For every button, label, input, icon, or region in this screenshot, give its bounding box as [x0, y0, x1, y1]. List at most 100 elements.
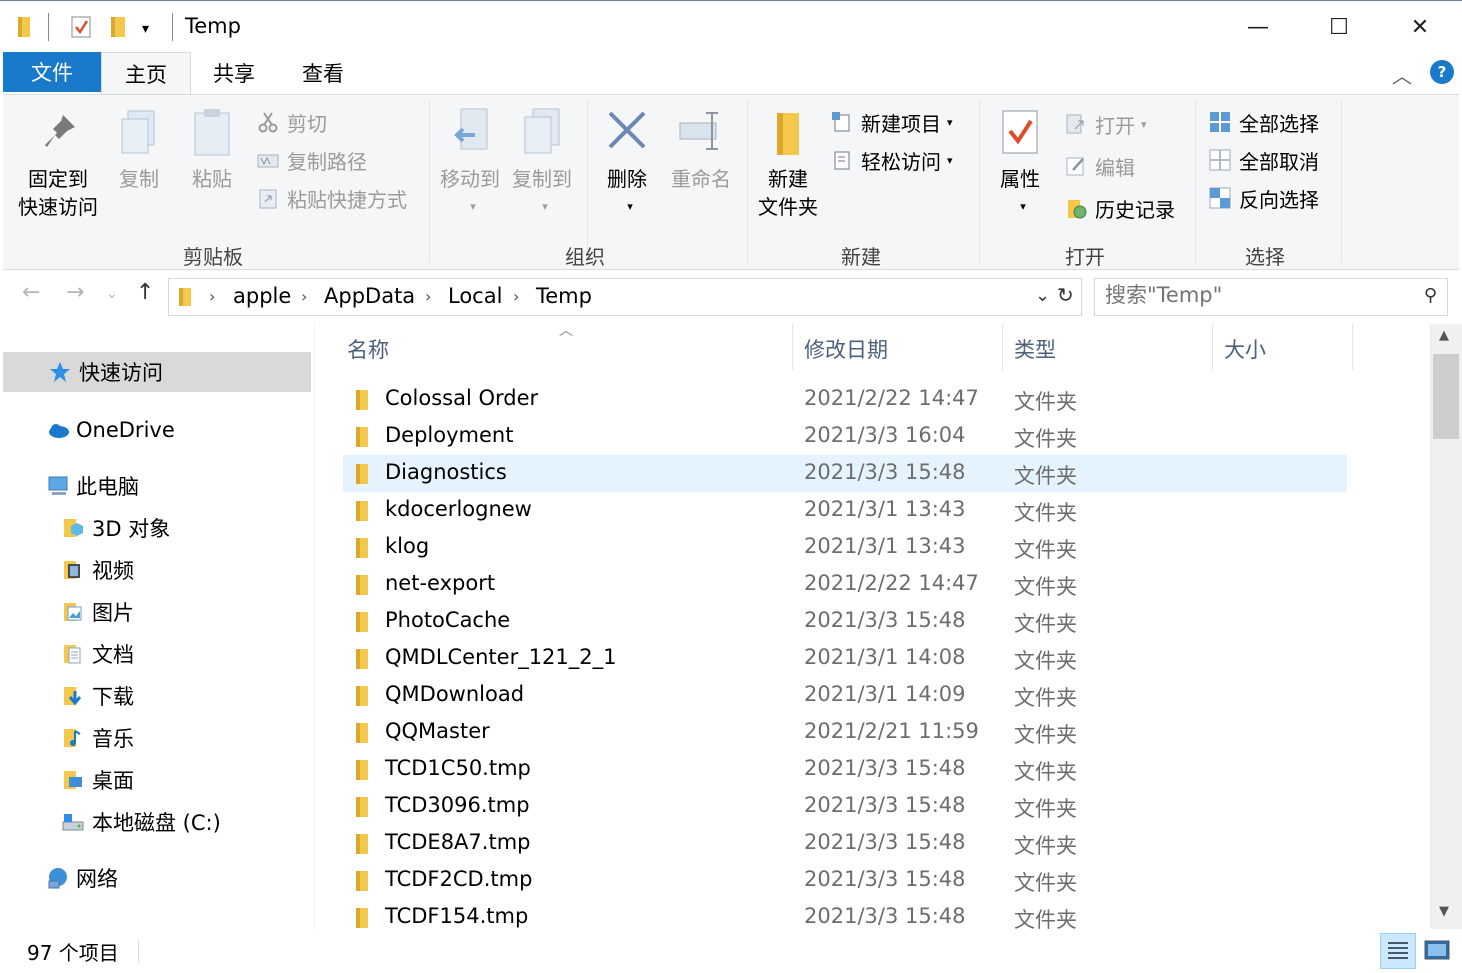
table-row[interactable]: TCDE8A7.tmp 2021/3/3 15:48 文件夹: [343, 825, 1347, 862]
file-type: 文件夹: [1014, 649, 1077, 673]
delete-button[interactable]: 删除 ▾: [599, 105, 655, 221]
copy-to-button[interactable]: 复制到 ▾: [509, 105, 575, 221]
folder-icon: [353, 648, 371, 670]
breadcrumb-appdata[interactable]: AppData: [324, 284, 415, 308]
breadcrumb-temp[interactable]: Temp: [536, 284, 592, 308]
ribbon-tabs: 文件 主页 共享 查看 ︿ ?: [0, 52, 1462, 95]
nav-item-desktop[interactable]: 桌面: [62, 760, 134, 800]
search-box[interactable]: ⚲: [1094, 278, 1448, 316]
search-input[interactable]: [1105, 283, 1405, 307]
column-header-name[interactable]: 名称: [347, 334, 389, 364]
paste-button[interactable]: 粘贴: [179, 105, 245, 193]
maximize-button[interactable]: ☐: [1299, 1, 1379, 53]
nav-item-downloads[interactable]: 下载: [62, 676, 134, 716]
easy-access-button[interactable]: 轻松访问 ▾: [831, 145, 953, 175]
properties-button[interactable]: 属性 ▾: [989, 105, 1051, 221]
nav-item-3d-objects[interactable]: 3D 对象: [62, 508, 170, 548]
nav-item-onedrive[interactable]: OneDrive: [46, 410, 175, 450]
table-row[interactable]: TCDF154.tmp 2021/3/3 15:48 文件夹: [343, 899, 1347, 929]
scrollbar-thumb[interactable]: [1433, 354, 1459, 439]
nav-item-local-disk[interactable]: 本地磁盘 (C:): [62, 802, 221, 842]
invert-selection-button[interactable]: 反向选择: [1209, 183, 1319, 213]
open-button[interactable]: 打开 ▾: [1065, 109, 1147, 139]
close-button[interactable]: ✕: [1380, 1, 1460, 53]
rename-button[interactable]: 重命名: [665, 105, 737, 193]
status-bar: 97 个项目: [0, 929, 1462, 973]
file-type: 文件夹: [1014, 538, 1077, 562]
file-date: 2021/3/3 15:48: [804, 608, 966, 632]
nav-label-onedrive: OneDrive: [76, 418, 175, 442]
file-list: ︿ 名称 修改日期 类型 大小 Colossal Order 2021/2/22 …: [316, 324, 1430, 929]
properties-icon[interactable]: [70, 15, 92, 39]
copy-button[interactable]: 复制: [109, 105, 169, 193]
table-row[interactable]: Deployment 2021/3/3 16:04 文件夹: [343, 418, 1347, 455]
collapse-ribbon-icon[interactable]: ︿: [1392, 60, 1412, 89]
table-row[interactable]: Colossal Order 2021/2/22 14:47 文件夹: [343, 381, 1347, 418]
nav-item-network[interactable]: 网络: [46, 858, 118, 898]
large-icons-view-button[interactable]: [1420, 933, 1456, 969]
address-dropdown-icon[interactable]: ⌄: [1035, 285, 1050, 306]
scroll-up-icon[interactable]: ▲: [1439, 328, 1449, 343]
select-none-button[interactable]: 全部取消: [1209, 145, 1319, 175]
tab-view[interactable]: 查看: [278, 52, 368, 94]
new-folder-button[interactable]: 新建 文件夹: [753, 105, 823, 221]
move-to-button[interactable]: 移动到 ▾: [437, 105, 503, 221]
recent-locations-chevron-icon[interactable]: ⌄: [106, 286, 118, 302]
refresh-icon[interactable]: ↻: [1057, 283, 1074, 307]
copy-path-button[interactable]: 复制路径: [257, 145, 367, 175]
pin-quick-access-button[interactable]: 固定到 快速访问: [13, 105, 103, 221]
history-button[interactable]: 历史记录: [1065, 193, 1175, 223]
table-row[interactable]: QQMaster 2021/2/21 11:59 文件夹: [343, 714, 1347, 751]
back-arrow-icon[interactable]: ←: [22, 280, 40, 305]
tab-home[interactable]: 主页: [101, 52, 191, 95]
nav-item-pictures[interactable]: 图片: [62, 592, 134, 632]
details-view-button[interactable]: [1380, 933, 1416, 969]
file-name: Deployment: [385, 423, 514, 447]
nav-item-this-pc[interactable]: 此电脑: [46, 466, 139, 506]
file-name: Diagnostics: [385, 460, 507, 484]
table-row[interactable]: Diagnostics 2021/3/3 15:48 文件夹: [343, 455, 1347, 492]
tab-share[interactable]: 共享: [190, 52, 278, 94]
column-header-size[interactable]: 大小: [1224, 334, 1266, 364]
new-item-button[interactable]: 新建项目 ▾: [831, 107, 953, 137]
column-header-modified[interactable]: 修改日期: [804, 334, 888, 364]
address-bar[interactable]: › apple › AppData › Local › Temp ⌄ ↻: [168, 278, 1082, 316]
help-icon[interactable]: ?: [1430, 60, 1454, 84]
copy-to-icon: [519, 105, 565, 159]
nav-item-music[interactable]: 音乐: [62, 718, 134, 758]
breadcrumb-local[interactable]: Local: [448, 284, 502, 308]
paste-shortcut-button[interactable]: 粘贴快捷方式: [257, 183, 407, 213]
breadcrumb-chevron-icon[interactable]: ›: [513, 287, 519, 306]
breadcrumb-chevron-icon[interactable]: ›: [425, 287, 431, 306]
table-row[interactable]: QMDownload 2021/3/1 14:09 文件夹: [343, 677, 1347, 714]
file-name: TCDF2CD.tmp: [385, 867, 533, 891]
breadcrumb-chevron-icon[interactable]: ›: [209, 287, 215, 306]
nav-item-documents[interactable]: 文档: [62, 634, 134, 674]
forward-arrow-icon[interactable]: →: [66, 280, 84, 305]
table-row[interactable]: TCDF2CD.tmp 2021/3/3 15:48 文件夹: [343, 862, 1347, 899]
table-row[interactable]: TCD1C50.tmp 2021/3/3 15:48 文件夹: [343, 751, 1347, 788]
folder-icon: [353, 426, 371, 448]
table-row[interactable]: net-export 2021/2/22 14:47 文件夹: [343, 566, 1347, 603]
new-folder-icon[interactable]: [108, 15, 130, 39]
customize-qat-icon[interactable]: ▾: [142, 15, 164, 39]
cut-button[interactable]: 剪切: [257, 107, 327, 137]
table-row[interactable]: QMDLCenter_121_2_1 2021/3/1 14:08 文件夹: [343, 640, 1347, 677]
scroll-down-icon[interactable]: ▼: [1439, 904, 1449, 919]
breadcrumb-chevron-icon[interactable]: ›: [301, 287, 307, 306]
up-arrow-icon[interactable]: ↑: [136, 280, 154, 305]
table-row[interactable]: PhotoCache 2021/3/3 15:48 文件夹: [343, 603, 1347, 640]
minimize-button[interactable]: —: [1218, 1, 1298, 53]
select-all-button[interactable]: 全部选择: [1209, 107, 1319, 137]
music-icon: [62, 727, 84, 749]
edit-button[interactable]: 编辑: [1065, 151, 1135, 181]
column-header-type[interactable]: 类型: [1014, 334, 1056, 364]
table-row[interactable]: kdocerlognew 2021/3/1 13:43 文件夹: [343, 492, 1347, 529]
breadcrumb-apple[interactable]: apple: [233, 284, 291, 308]
table-row[interactable]: klog 2021/3/1 13:43 文件夹: [343, 529, 1347, 566]
nav-item-videos[interactable]: 视频: [62, 550, 134, 590]
tab-file[interactable]: 文件: [3, 52, 101, 92]
nav-item-quick-access[interactable]: 快速访问: [3, 352, 311, 392]
vertical-scrollbar[interactable]: ▲ ▼: [1430, 324, 1462, 929]
table-row[interactable]: TCD3096.tmp 2021/3/3 15:48 文件夹: [343, 788, 1347, 825]
